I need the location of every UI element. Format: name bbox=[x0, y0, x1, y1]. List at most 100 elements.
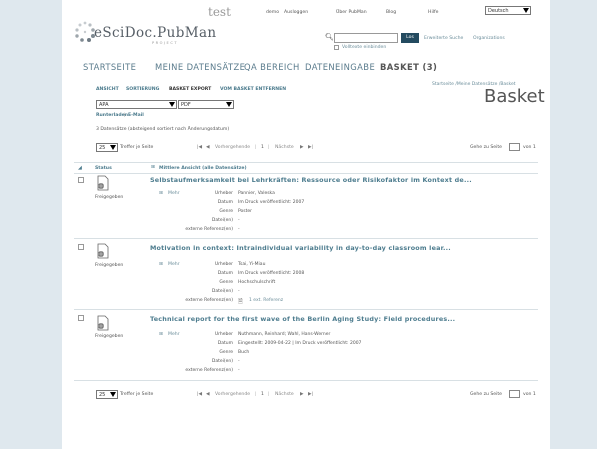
chevron-down-icon bbox=[523, 8, 529, 13]
last-page-icon[interactable]: ▶| bbox=[308, 392, 313, 397]
search-input[interactable] bbox=[334, 33, 398, 43]
first-page-icon[interactable]: |◀ bbox=[197, 145, 202, 150]
row-checkbox[interactable] bbox=[78, 315, 84, 321]
chevron-down-icon bbox=[110, 145, 116, 150]
prev-page-icon[interactable]: ◀ bbox=[206, 145, 210, 150]
date-label: Datum bbox=[217, 271, 233, 276]
logo[interactable]: eSciDoc.PubMan bbox=[94, 25, 217, 41]
page-count-label: von 1 bbox=[523, 392, 536, 397]
current-page-number: 1 bbox=[261, 392, 264, 397]
prev-page-link[interactable]: Vorhergehende bbox=[215, 145, 250, 150]
logo-test-label: test bbox=[208, 5, 231, 19]
view-column-header[interactable]: Mittlere Ansicht (alle Datensätze) bbox=[159, 166, 247, 171]
document-icon bbox=[97, 315, 109, 331]
tab-basket-export[interactable]: BASKET EXPORT bbox=[169, 87, 211, 92]
author-value: Tsai, Yi-Miau bbox=[238, 262, 266, 267]
refs-value: - bbox=[238, 227, 240, 232]
chevron-down-icon bbox=[110, 392, 116, 397]
record-title-link[interactable]: Technical report for the first wave of t… bbox=[150, 315, 455, 323]
page-title: Basket bbox=[484, 86, 545, 107]
logout-link[interactable]: Ausloggen bbox=[284, 10, 308, 15]
genre-label: Genre bbox=[219, 280, 233, 285]
last-page-icon[interactable]: ▶| bbox=[308, 145, 313, 150]
nav-basket[interactable]: BASKET (3) bbox=[380, 62, 437, 72]
more-icon[interactable]: ⊞ bbox=[159, 332, 163, 337]
next-page-icon[interactable]: ▶ bbox=[300, 392, 304, 397]
logo-subtitle: PROJECT bbox=[152, 41, 179, 45]
page-container: demo Ausloggen Über PubMan Blog Hilfe De… bbox=[62, 0, 550, 449]
files-value: - bbox=[238, 218, 240, 223]
files-value: - bbox=[238, 359, 240, 364]
chevron-down-icon bbox=[169, 102, 175, 107]
username-label: demo bbox=[266, 10, 280, 15]
next-page-link[interactable]: Nächste bbox=[275, 392, 294, 397]
date-label: Datum bbox=[217, 200, 233, 205]
advanced-search-link[interactable]: Erweiterte Suche bbox=[424, 36, 463, 41]
refs-label: externe Referenz(en) bbox=[185, 227, 233, 232]
refs-label: externe Referenz(en) bbox=[185, 368, 233, 373]
current-page-number: 1 bbox=[261, 145, 264, 150]
goto-page-input[interactable] bbox=[509, 390, 520, 398]
per-page-select[interactable]: 25 bbox=[96, 143, 118, 152]
tab-view[interactable]: ANSICHT bbox=[96, 87, 119, 92]
record-summary: 3 Datensätze (absteigend sortiert nach Ä… bbox=[96, 127, 230, 132]
record-title-link[interactable]: Selbstaufmerksamkeit bei Lehrkräften: Re… bbox=[150, 176, 472, 184]
view-toggle-icon[interactable]: ⊞ bbox=[151, 165, 155, 170]
prev-page-link[interactable]: Vorhergehende bbox=[215, 392, 250, 397]
files-label: Datei(en) bbox=[211, 218, 233, 223]
help-link[interactable]: Hilfe bbox=[428, 10, 438, 15]
more-icon[interactable]: ⊞ bbox=[159, 191, 163, 196]
email-link[interactable]: E-Mail bbox=[128, 113, 144, 118]
blog-link[interactable]: Blog bbox=[386, 10, 396, 15]
organizations-link[interactable]: Organizations bbox=[473, 36, 505, 41]
date-value: Im Druck veröffentlicht: 2008 bbox=[238, 271, 305, 276]
date-value: Im Druck veröffentlicht: 2007 bbox=[238, 200, 305, 205]
date-label: Datum bbox=[217, 341, 233, 346]
select-all-toggle-icon[interactable]: ◢ bbox=[78, 165, 82, 171]
genre-value: Buch bbox=[238, 350, 250, 355]
nav-data-entry[interactable]: DATENEINGABE bbox=[305, 62, 375, 72]
genre-value: Hochschulschrift bbox=[238, 280, 276, 285]
prev-page-icon[interactable]: ◀ bbox=[206, 392, 210, 397]
nav-start[interactable]: STARTSEITE bbox=[83, 62, 136, 72]
tab-remove-from-basket[interactable]: VOM BASKET ENTFERNEN bbox=[220, 87, 286, 92]
row-checkbox[interactable] bbox=[78, 177, 84, 183]
genre-label: Genre bbox=[219, 209, 233, 214]
files-value: - bbox=[238, 289, 240, 294]
fulltext-label: Volltexte einbinden bbox=[342, 45, 387, 50]
search-button[interactable]: Los bbox=[401, 33, 419, 43]
next-page-link[interactable]: Nächste bbox=[275, 145, 294, 150]
record-title-link[interactable]: Motivation in context: Intraindividual v… bbox=[150, 244, 451, 252]
status-column-header: Status bbox=[95, 166, 112, 171]
more-icon[interactable]: ⊞ bbox=[159, 262, 163, 267]
export-format-select[interactable]: APA bbox=[96, 100, 177, 109]
per-page-select[interactable]: 25 bbox=[96, 390, 118, 399]
refs-value-link[interactable]: 1 ext. Referenz bbox=[249, 298, 283, 303]
genre-value: Poster bbox=[238, 209, 253, 214]
document-icon bbox=[97, 243, 109, 259]
about-pubman-link[interactable]: Über PubMan bbox=[336, 10, 367, 15]
status-badge: Freigegeben bbox=[95, 334, 124, 339]
external-reference-icon: 🗎︎ bbox=[238, 298, 243, 305]
fulltext-checkbox[interactable] bbox=[334, 45, 339, 50]
first-page-icon[interactable]: |◀ bbox=[197, 392, 202, 397]
row-checkbox[interactable] bbox=[78, 244, 84, 250]
nav-qa-area[interactable]: QA BEREICH bbox=[244, 62, 300, 72]
nav-my-records[interactable]: MEINE DATENSÄTZE bbox=[155, 62, 245, 72]
files-label: Datei(en) bbox=[211, 289, 233, 294]
per-page-label: Treffer je Seite bbox=[120, 145, 154, 150]
per-page-label: Treffer je Seite bbox=[120, 392, 154, 397]
language-select[interactable]: Deutsch bbox=[485, 6, 531, 15]
goto-page-input[interactable] bbox=[509, 143, 520, 151]
genre-label: Genre bbox=[219, 350, 233, 355]
author-label: Urheber bbox=[214, 332, 233, 337]
tab-sorting[interactable]: SORTIERUNG bbox=[126, 87, 159, 92]
page-count-label: von 1 bbox=[523, 145, 536, 150]
export-filetype-select[interactable]: PDF bbox=[178, 100, 234, 109]
next-page-icon[interactable]: ▶ bbox=[300, 145, 304, 150]
date-value: Eingestellt: 2009-04-22 | Im Druck veröf… bbox=[238, 341, 362, 346]
goto-page-label: Gehe zu Seite bbox=[470, 145, 503, 150]
author-label: Urheber bbox=[214, 262, 233, 267]
author-value: Pannier, Valeska bbox=[238, 191, 275, 196]
goto-page-label: Gehe zu Seite bbox=[470, 392, 503, 397]
